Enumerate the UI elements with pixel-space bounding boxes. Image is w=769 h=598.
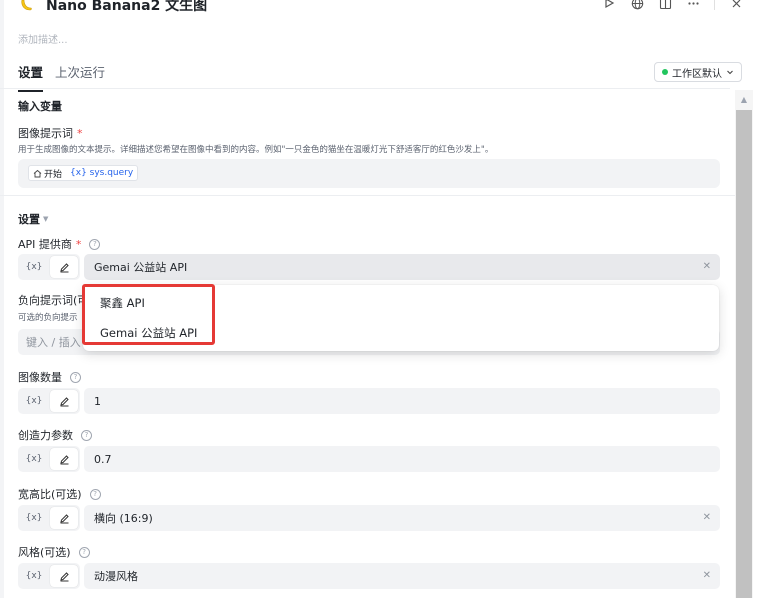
variable-mode-button[interactable]: {x}	[20, 448, 48, 470]
mode-toggle: {x}	[18, 388, 80, 414]
node-config-panel: Nano Banana2 文生图 添加描述... 设置 上次运行 工作区默认 ▲	[0, 0, 769, 598]
split-view-icon[interactable]	[658, 0, 672, 10]
pencil-icon	[59, 396, 69, 406]
status-dot	[662, 69, 668, 75]
chip-start-label: 开始	[44, 169, 63, 180]
more-icon[interactable]	[686, 0, 700, 10]
image-prompt-label-text: 图像提示词	[18, 127, 73, 140]
image-count-value: 1	[94, 394, 101, 408]
section-divider	[0, 195, 735, 196]
style-row: {x} 动漫风格 ✕	[18, 563, 720, 589]
api-provider-row: {x} Gemai 公益站 API ✕	[18, 254, 720, 280]
api-provider-label: API 提供商 * ?	[18, 236, 101, 252]
help-icon[interactable]: ?	[89, 238, 101, 250]
image-count-label-text: 图像数量	[18, 371, 62, 384]
creativity-row: {x} 0.7	[18, 446, 720, 472]
style-select[interactable]: 动漫风格 ✕	[84, 563, 720, 589]
clear-icon[interactable]: ✕	[703, 570, 711, 581]
edit-mode-button[interactable]	[50, 390, 78, 412]
tabs-divider	[0, 88, 730, 89]
mode-toggle: {x}	[18, 254, 80, 280]
close-icon[interactable]	[729, 0, 743, 10]
mode-toggle: {x}	[18, 563, 80, 589]
settings-title-text: 设置	[18, 213, 40, 226]
aspect-ratio-label: 宽高比(可选) ?	[18, 486, 101, 502]
scrollbar-thumb[interactable]	[736, 110, 752, 598]
aspect-ratio-select[interactable]: 横向 (16:9) ✕	[84, 505, 720, 531]
pencil-icon	[59, 571, 69, 581]
pencil-icon	[59, 454, 69, 464]
highlight-annotation-box	[82, 284, 215, 345]
aspect-ratio-label-text: 宽高比(可选)	[18, 488, 82, 501]
input-vars-title: 输入变量	[18, 100, 62, 113]
creativity-label: 创造力参数 ?	[18, 427, 92, 443]
variable-mode-button[interactable]: {x}	[20, 256, 48, 278]
workspace-selector[interactable]: 工作区默认	[654, 62, 742, 82]
creativity-value: 0.7	[94, 452, 112, 466]
title-row: Nano Banana2 文生图	[18, 0, 207, 16]
variable-mode-button[interactable]: {x}	[20, 507, 48, 529]
image-prompt-input[interactable]: 开始 {x} sys.query	[18, 159, 720, 188]
pencil-icon	[59, 262, 69, 272]
image-count-row: {x} 1	[18, 388, 720, 414]
edit-mode-button[interactable]	[50, 256, 78, 278]
variable-chip[interactable]: 开始 {x} sys.query	[28, 165, 139, 181]
image-prompt-label: 图像提示词 *	[18, 125, 83, 141]
workspace-label: 工作区默认	[672, 68, 722, 80]
required-mark: *	[75, 237, 82, 251]
run-icon[interactable]	[602, 0, 616, 10]
aspect-ratio-value: 横向 (16:9)	[94, 512, 153, 525]
panel-left-edge	[0, 0, 4, 598]
creativity-input[interactable]: 0.7	[84, 446, 720, 472]
api-provider-value: Gemai 公益站 API	[94, 261, 188, 274]
clear-icon[interactable]: ✕	[703, 261, 711, 272]
description-input[interactable]: 添加描述...	[18, 31, 68, 46]
clear-icon[interactable]: ✕	[703, 512, 711, 523]
style-label-text: 风格(可选)	[18, 546, 71, 559]
banana-icon	[21, 0, 32, 11]
help-icon[interactable]: ?	[78, 546, 90, 558]
help-icon[interactable]: ?	[81, 429, 92, 441]
chip-start: 开始	[33, 167, 62, 180]
style-value: 动漫风格	[94, 570, 138, 583]
edit-mode-button[interactable]	[50, 448, 78, 470]
mode-toggle: {x}	[18, 446, 80, 472]
scroll-up-arrow-icon[interactable]: ▲	[738, 95, 750, 105]
help-icon[interactable]: ?	[89, 488, 101, 500]
mode-toggle: {x}	[18, 505, 80, 531]
aspect-ratio-row: {x} 横向 (16:9) ✕	[18, 505, 720, 531]
variable-mode-button[interactable]: {x}	[20, 390, 48, 412]
negative-prompt-hint: 可选的负向提示	[18, 313, 78, 323]
image-prompt-hint: 用于生成图像的文本提示。详细描述您希望在图像中看到的内容。例如"一只金色的猫坐在…	[18, 145, 494, 155]
api-provider-label-text: API 提供商	[18, 238, 72, 251]
globe-icon[interactable]	[630, 0, 644, 10]
pencil-icon	[59, 513, 69, 523]
chip-variable-name: {x} sys.query	[70, 168, 134, 178]
image-count-label: 图像数量 ?	[18, 369, 81, 385]
edit-mode-button[interactable]	[50, 507, 78, 529]
node-title[interactable]: Nano Banana2 文生图	[46, 0, 207, 15]
api-provider-select[interactable]: Gemai 公益站 API ✕	[84, 254, 720, 280]
variable-mode-button[interactable]: {x}	[20, 565, 48, 587]
negative-prompt-label: 负向提示词(可	[18, 294, 89, 307]
header-separator	[714, 0, 715, 10]
help-icon[interactable]: ?	[70, 371, 81, 383]
required-mark: *	[77, 126, 83, 140]
header-actions	[602, 0, 743, 10]
settings-title[interactable]: 设置 ▼	[18, 211, 48, 227]
caret-down-icon: ▼	[43, 215, 49, 223]
chevron-down-icon	[727, 70, 733, 75]
creativity-label-text: 创造力参数	[18, 429, 73, 442]
edit-mode-button[interactable]	[50, 565, 78, 587]
style-label: 风格(可选) ?	[18, 544, 90, 560]
home-icon	[33, 169, 42, 177]
image-count-input[interactable]: 1	[84, 388, 720, 414]
